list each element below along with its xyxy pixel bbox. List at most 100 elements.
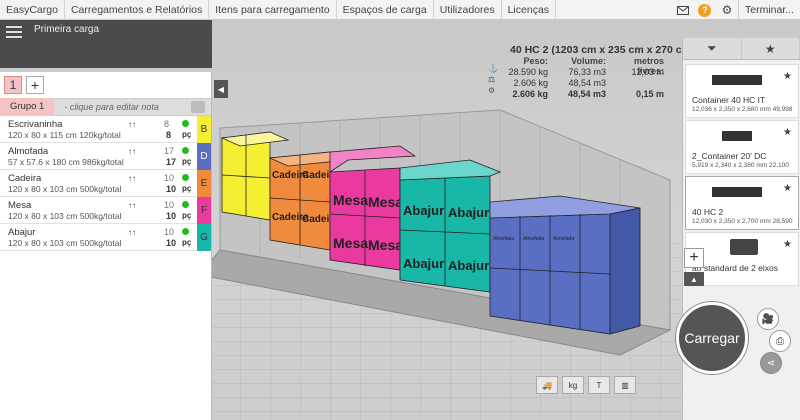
load-title[interactable]: Primeira carga xyxy=(34,24,99,35)
cargo-tab-1[interactable]: 1 xyxy=(4,76,22,94)
gear-icon[interactable]: ⚙ xyxy=(716,0,738,20)
header-volume: Volume: xyxy=(571,56,606,66)
info-cell: 28.590 kg xyxy=(508,67,548,77)
add-cargo-button[interactable]: + xyxy=(26,76,44,94)
box-label-almofada: Almofada xyxy=(523,236,544,242)
help-icon[interactable]: ? xyxy=(694,0,716,20)
cargo-item-row[interactable]: Cadeira 120 x 80 x 103 cm 500kg/total ↑↑… xyxy=(0,170,211,197)
status-dot-icon xyxy=(182,174,189,181)
cargo-tabs: 1 + xyxy=(0,72,211,98)
menu-cargo-spaces[interactable]: Espaços de carga xyxy=(337,0,434,19)
label-view-icon[interactable]: T xyxy=(588,376,610,394)
info-cell: 12,03 m xyxy=(631,67,664,77)
box-label-mesa: Mesa xyxy=(368,194,403,210)
group-row: Grupo 1 - clique para editar nota xyxy=(0,98,211,116)
header-weight: Peso: xyxy=(523,56,548,66)
container-name: 2_Container 20' DC xyxy=(692,151,767,161)
container-info-title: 40 HC 2 (1203 cm x 235 cm x 270 cm) xyxy=(510,44,695,56)
cargo-item-qty: 17 xyxy=(164,146,175,156)
cargo-item-name: Cadeira xyxy=(8,173,42,184)
cargo-item-letter: G xyxy=(197,224,211,251)
info-cell: 2.606 kg xyxy=(513,78,548,88)
container-dims: 12,030 x 2,350 x 2,700 mm 28,590 xyxy=(692,218,793,225)
cargo-list-panel: 1 + Grupo 1 - clique para editar nota Es… xyxy=(0,72,212,420)
star-icon[interactable]: ★ xyxy=(783,71,792,82)
container-dims: 12,036 x 2,350 x 2,680 mm 49,998 xyxy=(692,106,793,113)
left-panel-header xyxy=(0,20,212,68)
cargo-item-dims: 120 x 80 x 115 cm 120kg/total xyxy=(8,130,121,140)
star-icon[interactable]: ★ xyxy=(783,127,792,138)
cargo-item-row[interactable]: Escrivaninha 120 x 80 x 115 cm 120kg/tot… xyxy=(0,116,211,143)
hamburger-menu-icon[interactable] xyxy=(6,26,22,38)
container-name: ão standard de 2 eixos xyxy=(692,263,779,273)
box-label-mesa: Mesa xyxy=(368,237,403,253)
container-shape-icon xyxy=(722,131,752,141)
menu-items-to-load[interactable]: Itens para carregamento xyxy=(209,0,337,19)
status-dot-icon xyxy=(182,120,189,127)
mail-icon[interactable] xyxy=(672,0,694,20)
menu-users[interactable]: Utilizadores xyxy=(434,0,502,19)
truck-icon xyxy=(730,239,758,255)
cargo-item-name: Mesa xyxy=(8,200,32,211)
cargo-item-name: Almofada xyxy=(8,146,49,157)
cargo-item-unit: pç xyxy=(182,238,192,247)
star-icon[interactable]: ★ xyxy=(783,183,792,194)
menu-licenses[interactable]: Licenças xyxy=(502,0,557,19)
star-icon[interactable]: ★ xyxy=(742,38,800,59)
orientation-icon: ↑↑ xyxy=(128,228,136,237)
cargo-item-qty: 10 xyxy=(164,200,175,210)
cargo-item-loaded: 10 xyxy=(166,238,177,248)
cargo-item-letter: F xyxy=(197,197,211,224)
header-free-meters: metros livres: xyxy=(633,56,664,76)
cargo-item-qty: 10 xyxy=(164,173,175,183)
scroll-up-button[interactable]: ▲ xyxy=(684,272,704,286)
container-name: 40 HC 2 xyxy=(692,207,724,217)
container-card[interactable]: ★ Container 40 HC IT 12,036 x 2,350 x 2,… xyxy=(685,64,799,118)
split-view-icon[interactable]: ▥ xyxy=(614,376,636,394)
container-card-selected[interactable]: ★ 40 HC 2 12,030 x 2,350 x 2,700 mm 28,5… xyxy=(685,176,799,230)
cargo-item-row[interactable]: Mesa 120 x 80 x 103 cm 500kg/total ↑↑ 10… xyxy=(0,197,211,224)
group-note[interactable]: - clique para editar nota xyxy=(54,102,191,112)
container-card[interactable]: ★ 2_Container 20' DC 5,919 x 2,340 x 2,3… xyxy=(685,120,799,174)
truck-view-icon[interactable]: 🚚 xyxy=(536,376,558,394)
collapse-panel-button[interactable]: ◀ xyxy=(214,80,228,98)
star-icon[interactable]: ★ xyxy=(783,239,792,250)
cargo-item-dims: 120 x 80 x 103 cm 500kg/total xyxy=(8,238,122,248)
box-label-almofada: Almofada xyxy=(493,236,514,242)
weight-view-icon[interactable]: kg xyxy=(562,376,584,394)
camera-icon[interactable]: 🎥 xyxy=(757,308,779,330)
cargo-item-letter: E xyxy=(197,170,211,197)
status-dot-icon xyxy=(182,147,189,154)
box-label-abajur: Abajur xyxy=(448,258,489,273)
info-cell xyxy=(606,78,664,89)
cargo-item-dims: 120 x 80 x 103 cm 500kg/total xyxy=(8,211,122,221)
group-name[interactable]: Grupo 1 xyxy=(0,98,55,116)
add-container-button[interactable]: + xyxy=(684,248,704,268)
info-row-total: 2.606 kg 48,54 m3 0,15 m xyxy=(490,89,670,100)
cargo-item-row[interactable]: Almofada 57 x 57.6 x 180 cm 986kg/total … xyxy=(0,143,211,170)
status-dot-icon xyxy=(182,201,189,208)
logout-button[interactable]: Terminar... xyxy=(737,0,800,20)
share-icon[interactable]: ⋖ xyxy=(760,352,782,374)
load-button[interactable]: Carregar xyxy=(676,302,748,374)
group-box-icon[interactable] xyxy=(191,101,205,113)
cargo-item-row[interactable]: Abajur 120 x 80 x 103 cm 500kg/total ↑↑ … xyxy=(0,224,211,251)
orientation-icon: ↑↑ xyxy=(128,174,136,183)
info-row-capacity: 28.590 kg 76,33 m3 12,03 m xyxy=(490,67,670,78)
filter-icon[interactable]: ⏷ xyxy=(683,38,742,59)
info-cell: 0,15 m xyxy=(635,89,664,99)
info-cell: 2.606 kg xyxy=(512,89,548,99)
info-cell: 76,33 m3 xyxy=(568,67,606,77)
container-info-table: Peso: Volume: metros livres: 28.590 kg 7… xyxy=(490,56,670,100)
container-scene[interactable]: Cadeira Cadeira Cadeira Cadeira Mesa Mes… xyxy=(200,80,680,370)
cargo-item-name: Escrivaninha xyxy=(8,119,63,130)
menu-loads-reports[interactable]: Carregamentos e Relatórios xyxy=(65,0,210,19)
cargo-item-qty: 10 xyxy=(164,227,175,237)
menu-app-name[interactable]: EasyCargo xyxy=(0,0,65,19)
box-label-abajur: Abajur xyxy=(448,205,489,220)
cargo-item-unit: pç xyxy=(182,211,192,220)
print-icon[interactable]: ⎙ xyxy=(769,330,791,352)
info-cell: 48,54 m3 xyxy=(567,89,606,99)
cargo-item-unit: pç xyxy=(182,184,192,193)
info-row-loaded: 2.606 kg 48,54 m3 xyxy=(490,78,670,89)
